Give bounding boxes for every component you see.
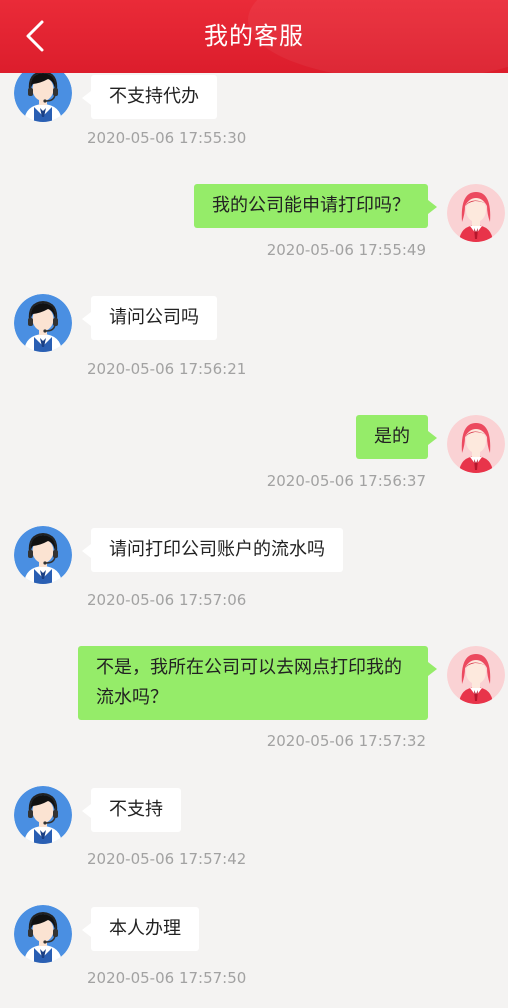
chat-area[interactable]: 不支持代办 2020-05-06 17:55:30 我的公司能申请打印吗？ 20… <box>0 0 508 1008</box>
message-timestamp: 2020-05-06 17:57:32 <box>266 732 426 750</box>
agent-avatar <box>14 294 72 352</box>
message-timestamp: 2020-05-06 17:57:06 <box>87 591 247 609</box>
top-nav-bar: 我的客服 <box>0 0 508 73</box>
message-timestamp: 2020-05-06 17:57:50 <box>87 969 247 987</box>
message-bubble[interactable]: 不支持代办 <box>82 75 217 119</box>
user-avatar <box>447 415 505 473</box>
agent-avatar <box>14 526 72 584</box>
message-bubble[interactable]: 不是，我所在公司可以去网点打印我的流水吗？ <box>78 646 437 720</box>
message-timestamp: 2020-05-06 17:55:49 <box>266 241 426 259</box>
agent-avatar <box>14 905 72 963</box>
message-bubble[interactable]: 我的公司能申请打印吗？ <box>194 184 437 228</box>
message-bubble[interactable]: 请问打印公司账户的流水吗 <box>82 528 343 572</box>
message-bubble[interactable]: 本人办理 <box>82 907 199 951</box>
message-bubble[interactable]: 不支持 <box>82 788 181 832</box>
message-timestamp: 2020-05-06 17:57:42 <box>87 850 247 868</box>
user-avatar <box>447 646 505 704</box>
message-timestamp: 2020-05-06 17:55:30 <box>87 129 247 147</box>
page-title: 我的客服 <box>204 22 304 50</box>
message-bubble[interactable]: 请问公司吗 <box>82 296 217 340</box>
message-timestamp: 2020-05-06 17:56:21 <box>87 360 247 378</box>
user-avatar <box>447 184 505 242</box>
message-timestamp: 2020-05-06 17:56:37 <box>266 472 426 490</box>
agent-avatar <box>14 786 72 844</box>
message-bubble[interactable]: 是的 <box>356 415 437 459</box>
